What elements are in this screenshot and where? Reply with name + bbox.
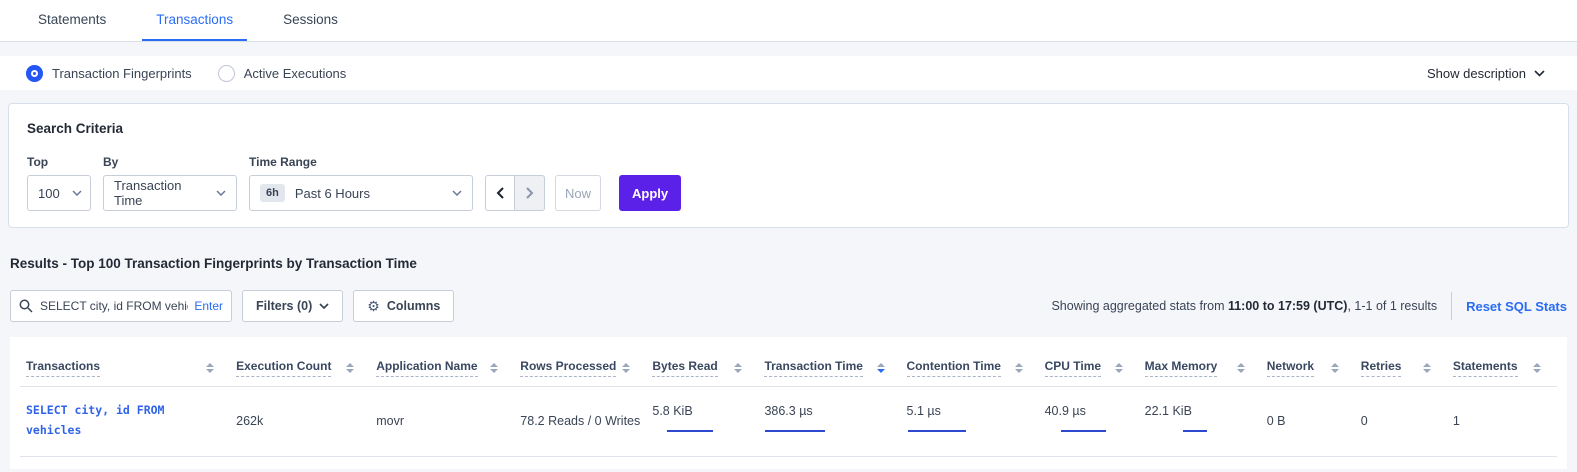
rows-processed-value: 78.2 Reads / 0 Writes xyxy=(520,414,640,428)
results-toolbar: Enter Filters (0) ⚙ Columns Showing aggr… xyxy=(10,290,1567,322)
sort-icon[interactable] xyxy=(206,363,214,373)
contention-time-bar xyxy=(907,425,977,437)
previous-time-window-button[interactable] xyxy=(485,175,515,211)
results-heading: Results - Top 100 Transaction Fingerprin… xyxy=(10,256,1577,271)
tab-sessions[interactable]: Sessions xyxy=(269,0,352,41)
top-select-value: 100 xyxy=(38,186,60,201)
chevron-right-icon xyxy=(526,187,534,199)
transactions-table: Transactions Execution Count Application… xyxy=(20,349,1557,457)
chevron-down-icon xyxy=(319,303,329,309)
filters-button-label: Filters (0) xyxy=(256,299,312,313)
column-header-network[interactable]: Network xyxy=(1261,349,1355,387)
column-header-statements[interactable]: Statements xyxy=(1447,349,1557,387)
sort-icon[interactable] xyxy=(1015,363,1023,373)
transaction-time-value: 386.3 µs xyxy=(764,404,894,418)
column-header-transaction-time[interactable]: Transaction Time xyxy=(758,349,900,387)
table-header-row: Transactions Execution Count Application… xyxy=(20,349,1557,387)
by-select-value: Transaction Time xyxy=(114,178,204,208)
column-header-rows-processed[interactable]: Rows Processed xyxy=(514,349,646,387)
cpu-time-value: 40.9 µs xyxy=(1045,404,1133,418)
sort-icon[interactable] xyxy=(1237,363,1245,373)
sort-icon[interactable] xyxy=(1115,363,1123,373)
sort-icon[interactable] xyxy=(1331,363,1339,373)
transaction-fingerprint-link[interactable]: SELECT city, id FROM vehicles xyxy=(26,401,224,440)
show-description-label: Show description xyxy=(1427,66,1526,81)
vertical-divider xyxy=(1451,292,1452,320)
time-window-nav xyxy=(485,175,545,211)
gear-icon: ⚙ xyxy=(367,299,380,313)
column-header-application-name[interactable]: Application Name xyxy=(370,349,514,387)
network-value: 0 B xyxy=(1267,414,1286,428)
chevron-down-icon xyxy=(60,190,82,196)
chevron-down-icon xyxy=(204,190,226,196)
sort-icon[interactable] xyxy=(734,363,742,373)
search-input[interactable] xyxy=(40,299,188,313)
now-button[interactable]: Now xyxy=(555,175,601,211)
time-range-value: Past 6 Hours xyxy=(295,186,370,201)
sort-icon-active-desc[interactable] xyxy=(877,363,885,373)
columns-button[interactable]: ⚙ Columns xyxy=(353,290,454,322)
cpu-time-bar xyxy=(1045,425,1115,437)
radio-unselected-icon xyxy=(218,65,235,82)
sort-icon[interactable] xyxy=(1533,363,1541,373)
table-row: SELECT city, id FROM vehicles 262k movr … xyxy=(20,387,1557,457)
max-memory-value: 22.1 KiB xyxy=(1145,404,1255,418)
statements-value: 1 xyxy=(1453,414,1460,428)
reset-sql-stats-link[interactable]: Reset SQL Stats xyxy=(1466,299,1567,314)
time-range-field-label: Time Range xyxy=(249,155,473,169)
top-field-label: Top xyxy=(27,155,91,169)
search-icon xyxy=(19,299,33,313)
column-header-contention-time[interactable]: Contention Time xyxy=(901,349,1039,387)
sort-icon[interactable] xyxy=(490,363,498,373)
apply-button[interactable]: Apply xyxy=(619,175,681,211)
bytes-read-bar xyxy=(652,425,722,437)
columns-button-label: Columns xyxy=(387,299,440,313)
column-header-retries[interactable]: Retries xyxy=(1355,349,1447,387)
radio-transaction-fingerprints[interactable]: Transaction Fingerprints xyxy=(26,65,192,82)
column-header-bytes-read[interactable]: Bytes Read xyxy=(646,349,758,387)
tab-statements[interactable]: Statements xyxy=(24,0,120,41)
radio-label: Active Executions xyxy=(244,66,347,81)
radio-active-executions[interactable]: Active Executions xyxy=(218,65,347,82)
filters-button[interactable]: Filters (0) xyxy=(242,290,343,322)
column-header-execution-count[interactable]: Execution Count xyxy=(230,349,370,387)
bytes-read-value: 5.8 KiB xyxy=(652,404,752,418)
search-criteria-title: Search Criteria xyxy=(27,121,1550,136)
aggregated-stats-text: Showing aggregated stats from 11:00 to 1… xyxy=(1051,299,1437,313)
results-table-card: Transactions Execution Count Application… xyxy=(10,337,1567,469)
by-select[interactable]: Transaction Time xyxy=(103,175,237,211)
radio-label: Transaction Fingerprints xyxy=(52,66,192,81)
contention-time-value: 5.1 µs xyxy=(907,404,1033,418)
max-memory-bar xyxy=(1145,425,1215,437)
search-criteria-card: Search Criteria Top 100 By Transaction T… xyxy=(8,103,1569,228)
chevron-down-icon xyxy=(440,190,462,196)
sort-icon[interactable] xyxy=(346,363,354,373)
top-select[interactable]: 100 xyxy=(27,175,91,211)
column-header-transactions[interactable]: Transactions xyxy=(20,349,230,387)
chevron-left-icon xyxy=(496,187,504,199)
time-range-select[interactable]: 6h Past 6 Hours xyxy=(249,175,473,211)
view-toggle-bar: Transaction Fingerprints Active Executio… xyxy=(0,56,1577,90)
sort-icon[interactable] xyxy=(1423,363,1431,373)
enter-hint-label: Enter xyxy=(194,299,223,313)
next-time-window-button[interactable] xyxy=(515,175,545,211)
tab-transactions[interactable]: Transactions xyxy=(142,0,247,41)
execution-count-bar xyxy=(277,414,341,427)
search-box[interactable]: Enter xyxy=(10,290,232,322)
column-header-cpu-time[interactable]: CPU Time xyxy=(1039,349,1139,387)
column-header-max-memory[interactable]: Max Memory xyxy=(1139,349,1261,387)
retries-value: 0 xyxy=(1361,414,1368,428)
radio-selected-icon xyxy=(26,65,43,82)
chevron-down-icon xyxy=(1534,70,1545,77)
transaction-time-bar xyxy=(764,425,834,437)
time-range-badge: 6h xyxy=(260,184,285,202)
sort-icon[interactable] xyxy=(622,363,630,373)
stats-time-range: 11:00 to 17:59 (UTC) xyxy=(1228,299,1347,313)
page-tabbar: Statements Transactions Sessions xyxy=(0,0,1577,42)
by-field-label: By xyxy=(103,155,237,169)
execution-count-value: 262k xyxy=(236,414,263,428)
application-name-value: movr xyxy=(376,414,404,428)
show-description-toggle[interactable]: Show description xyxy=(1427,66,1545,81)
